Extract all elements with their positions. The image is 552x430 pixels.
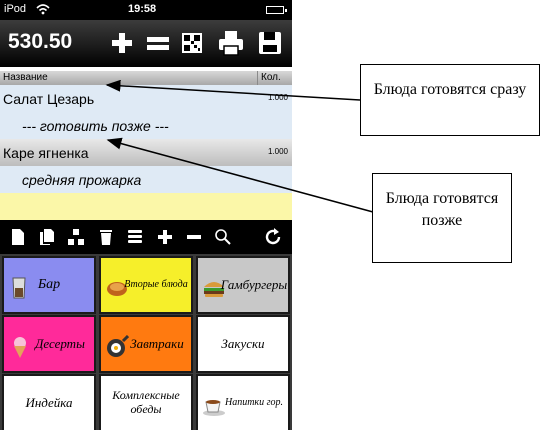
order-row-selected[interactable]: Каре ягненка 1.000 bbox=[0, 139, 292, 166]
device-name: iPod bbox=[4, 3, 27, 15]
order-note-row[interactable]: средняя прожарка bbox=[0, 166, 292, 193]
dish-name: Каре ягненка bbox=[3, 145, 89, 161]
category-label: Комплексные обеды bbox=[112, 388, 180, 416]
category-tile-bar[interactable]: Бар bbox=[2, 256, 96, 314]
note-text: средняя прожарка bbox=[22, 172, 142, 188]
dish-name: Салат Цезарь bbox=[3, 91, 95, 107]
phone-screen: iPod 19:58 530.50 Название Кол. Салат Це… bbox=[0, 0, 292, 430]
category-label: Индейка bbox=[25, 394, 73, 410]
column-qty-header: Кол. bbox=[257, 71, 292, 85]
category-tile-burgers[interactable]: Гамбургеры bbox=[196, 256, 290, 314]
category-grid: Бар Вторые блюда Гамбургеры Десерты Завт… bbox=[0, 254, 292, 430]
search-icon[interactable] bbox=[213, 228, 233, 246]
save-icon[interactable] bbox=[256, 28, 284, 58]
category-tile-snacks[interactable]: Закуски bbox=[196, 315, 290, 373]
trash-icon[interactable] bbox=[96, 228, 116, 246]
annotation-later: Блюда готовятся позже bbox=[372, 173, 512, 263]
equals-icon[interactable] bbox=[144, 28, 172, 58]
battery-icon bbox=[266, 6, 287, 14]
column-name-header: Название bbox=[3, 72, 48, 83]
plus-icon[interactable] bbox=[155, 228, 175, 246]
category-tile-breakfasts[interactable]: Завтраки bbox=[99, 315, 193, 373]
order-note-row[interactable]: --- готовить позже --- bbox=[0, 112, 292, 139]
minus-icon[interactable] bbox=[184, 228, 204, 246]
category-label: Бар bbox=[37, 276, 61, 292]
glass-icon bbox=[8, 276, 32, 300]
empty-row[interactable] bbox=[0, 193, 292, 220]
category-label: Гамбургеры bbox=[220, 276, 288, 292]
annotation-later-text: Блюда готовятся позже bbox=[385, 190, 499, 229]
new-document-icon[interactable] bbox=[8, 228, 28, 246]
order-row[interactable]: Салат Цезарь 1.000 bbox=[0, 85, 292, 112]
dish-qty: 1.000 bbox=[267, 93, 288, 102]
plus-icon[interactable] bbox=[108, 28, 136, 58]
note-text: --- готовить позже --- bbox=[22, 118, 169, 134]
annotation-now-text: Блюда готовятся сразу bbox=[373, 81, 527, 98]
category-label: Напитки гор. bbox=[224, 397, 284, 409]
category-tile-main-courses[interactable]: Вторые блюда bbox=[99, 256, 193, 314]
category-tile-set-lunches[interactable]: Комплексные обеды bbox=[99, 374, 193, 430]
table-header: Название Кол. bbox=[0, 71, 292, 85]
refresh-icon[interactable] bbox=[264, 228, 284, 246]
split-icon[interactable] bbox=[66, 228, 86, 246]
category-label: Десерты bbox=[35, 335, 85, 351]
category-label: Завтраки bbox=[130, 335, 184, 351]
annotation-now: Блюда готовятся сразу bbox=[360, 64, 540, 136]
category-label: Вторые блюда bbox=[124, 279, 188, 291]
qr-code-icon[interactable] bbox=[178, 28, 206, 58]
copy-document-icon[interactable] bbox=[37, 228, 57, 246]
top-toolbar: 530.50 bbox=[0, 20, 292, 67]
action-toolbar bbox=[0, 220, 292, 254]
category-tile-desserts[interactable]: Десерты bbox=[2, 315, 96, 373]
order-total: 530.50 bbox=[8, 30, 73, 53]
category-label: Закуски bbox=[221, 335, 265, 351]
dish-qty: 1.000 bbox=[267, 147, 288, 156]
category-tile-hot-drinks[interactable]: Напитки гор. bbox=[196, 374, 290, 430]
category-tile-turkey[interactable]: Индейка bbox=[2, 374, 96, 430]
status-bar: iPod 19:58 bbox=[0, 0, 292, 20]
printer-icon[interactable] bbox=[217, 28, 245, 58]
clock: 19:58 bbox=[128, 3, 157, 15]
wifi-icon bbox=[36, 2, 50, 19]
stack-icon[interactable] bbox=[125, 228, 145, 246]
